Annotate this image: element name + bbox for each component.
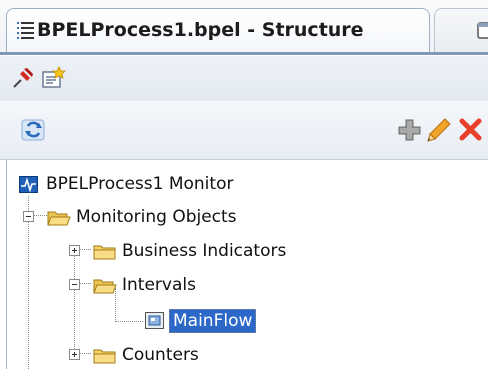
pin-icon — [13, 68, 33, 88]
tree-node-label: Monitoring Objects — [76, 207, 237, 227]
tree-node-counters[interactable]: Counters — [69, 341, 369, 371]
structure-toolbar — [0, 56, 488, 101]
refresh-icon — [21, 119, 45, 141]
add-button[interactable] — [395, 116, 423, 144]
structure-icon — [17, 21, 35, 41]
structure-tree: BPELProcess1 Monitor Monitoring Objects … — [6, 160, 488, 369]
collapse-toggle[interactable] — [69, 279, 80, 290]
tab-underline — [0, 52, 488, 55]
tree-node-label: Business Indicators — [122, 241, 287, 261]
edit-icon — [427, 118, 451, 142]
minus-icon — [26, 216, 31, 217]
tree-node-label: MainFlow — [169, 309, 257, 333]
tree-node-label: Intervals — [122, 275, 196, 295]
collapse-toggle[interactable] — [23, 211, 34, 222]
delete-icon — [459, 118, 482, 141]
open-folder-icon — [47, 209, 71, 231]
tree-node-label: BPELProcess1 Monitor — [46, 174, 234, 194]
properties-button[interactable] — [40, 65, 66, 91]
monitor-toolbar — [0, 101, 488, 160]
tree-node-monitoring-objects[interactable]: Monitoring Objects — [23, 203, 323, 233]
tab-secondary[interactable] — [434, 8, 488, 53]
window-icon — [477, 22, 488, 40]
plus-icon — [72, 248, 77, 253]
expand-toggle[interactable] — [69, 245, 80, 256]
delete-button[interactable] — [457, 116, 485, 144]
tree-node-intervals[interactable]: Intervals — [69, 271, 369, 301]
tree-node-root[interactable]: BPELProcess1 Monitor — [19, 170, 319, 200]
edit-button[interactable] — [425, 116, 453, 144]
plus-icon — [72, 352, 77, 357]
interval-icon — [145, 312, 165, 334]
folder-icon — [93, 243, 117, 265]
expand-toggle[interactable] — [69, 349, 80, 360]
add-icon — [398, 119, 421, 141]
tab-title: BPELProcess1.bpel - Structure — [37, 19, 364, 41]
monitor-icon — [19, 176, 39, 198]
tab-structure[interactable]: BPELProcess1.bpel - Structure — [6, 8, 430, 53]
pin-button[interactable] — [10, 65, 36, 91]
tree-node-label: Counters — [122, 345, 199, 365]
tab-strip: BPELProcess1.bpel - Structure — [0, 0, 488, 55]
tree-node-mainflow[interactable]: MainFlow — [145, 306, 345, 336]
tree-node-business-indicators[interactable]: Business Indicators — [69, 237, 369, 267]
open-folder-icon — [93, 277, 117, 299]
tree-connector — [115, 321, 143, 322]
refresh-button[interactable] — [20, 116, 48, 144]
minus-icon — [72, 284, 77, 285]
properties-icon — [42, 66, 66, 88]
folder-icon — [93, 347, 117, 369]
